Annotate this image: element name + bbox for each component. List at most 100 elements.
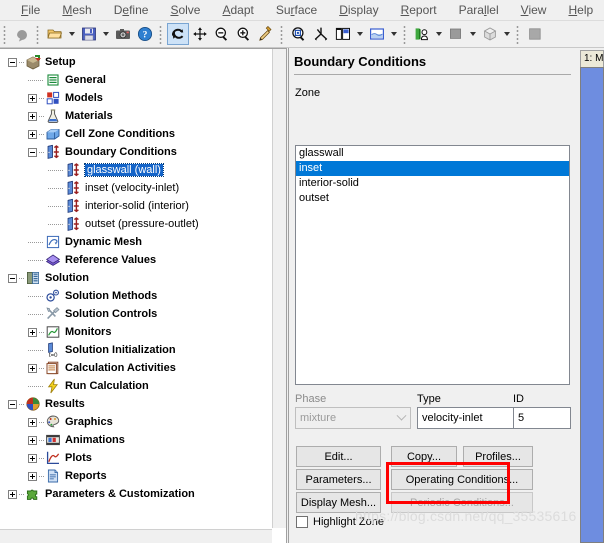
profiles-button[interactable]: Profiles... (463, 446, 533, 467)
zoom-in-icon[interactable] (233, 23, 255, 45)
toolbar-grip[interactable] (2, 24, 9, 44)
copy-button[interactable]: Copy... (391, 446, 457, 467)
tree-node-setup[interactable]: Setup (8, 53, 272, 71)
tree-expand-icon[interactable] (28, 327, 37, 337)
layout-dropdown-arrow-icon[interactable] (354, 23, 366, 45)
graphics-tab-1[interactable]: 1: M (580, 50, 604, 67)
tree-node-calculation-activities[interactable]: Calculation Activities (8, 359, 272, 377)
tree-node-graphics[interactable]: Graphics (8, 413, 272, 431)
help-question-icon[interactable]: ? (134, 23, 156, 45)
open-folder-dropdown-arrow-icon[interactable] (66, 23, 78, 45)
tree-node-boundary-conditions[interactable]: Boundary Conditions (8, 143, 272, 161)
lighting-dropdown-arrow-icon[interactable] (433, 23, 445, 45)
menu-help[interactable]: Help (557, 3, 604, 17)
tree-expand-icon[interactable] (28, 453, 37, 463)
tree-expand-icon[interactable] (28, 93, 37, 103)
tree-horizontal-scrollbar[interactable] (0, 529, 272, 543)
tree-node-reports[interactable]: Reports (8, 467, 272, 485)
tree-expand-icon[interactable] (8, 489, 17, 499)
tree-collapse-icon[interactable] (28, 147, 37, 157)
lighting-person-icon[interactable] (411, 23, 433, 45)
menu-solve[interactable]: Solve (159, 3, 211, 17)
parameters-button[interactable]: Parameters... (296, 469, 381, 490)
layout-columns-icon[interactable] (332, 23, 354, 45)
zone-list-item[interactable]: inset (296, 161, 569, 176)
tree-expand-icon[interactable] (28, 417, 37, 427)
tree-node-cell-zone-conditions[interactable]: Cell Zone Conditions (8, 125, 272, 143)
menu-parallel[interactable]: Parallel (448, 3, 510, 17)
tree-node-plots[interactable]: Plots (8, 449, 272, 467)
tree-node-interior-solid-interior[interactable]: interior-solid (interior) (8, 197, 272, 215)
tree-node-parameters-customization[interactable]: Parameters & Customization (8, 485, 272, 503)
tree-vertical-scrollbar[interactable] (272, 49, 286, 528)
tree-node-monitors[interactable]: Monitors (8, 323, 272, 341)
menu-mesh[interactable]: Mesh (51, 3, 102, 17)
save-dropdown-arrow-icon[interactable] (100, 23, 112, 45)
tree-node-reference-values[interactable]: Reference Values (8, 251, 272, 269)
panel-gray-icon[interactable] (524, 23, 546, 45)
toolbar-grip[interactable] (35, 24, 42, 44)
tree-node-models[interactable]: Models (8, 89, 272, 107)
tree-node-dynamic-mesh[interactable]: Dynamic Mesh (8, 233, 272, 251)
tree-node-inset-velocity-inlet[interactable]: inset (velocity-inlet) (8, 179, 272, 197)
contour-window-icon[interactable] (366, 23, 388, 45)
camera-icon[interactable] (112, 23, 134, 45)
render-dropdown-arrow-icon[interactable] (501, 23, 513, 45)
open-folder-icon[interactable] (44, 23, 66, 45)
toolbar-grip[interactable] (279, 24, 286, 44)
blob-gray-icon[interactable] (11, 23, 33, 45)
tree-collapse-icon[interactable] (8, 273, 17, 283)
operating-conditions-button[interactable]: Operating Conditions... (391, 469, 533, 490)
axis-triad-icon[interactable] (310, 23, 332, 45)
zone-list-item[interactable]: glasswall (296, 146, 569, 161)
tree-node-glasswall-wall[interactable]: glasswall (wall) (8, 161, 272, 179)
zone-list-item[interactable]: interior-solid (296, 176, 569, 191)
tree-expand-icon[interactable] (28, 435, 37, 445)
tree-node-animations[interactable]: Animations (8, 431, 272, 449)
menu-file[interactable]: File (10, 3, 51, 17)
toolbar-grip[interactable] (402, 24, 409, 44)
menu-report[interactable]: Report (390, 3, 448, 17)
models-squares-icon (45, 90, 61, 106)
outline-tree[interactable]: Setup General Models Materials Cell Zone Con… (0, 49, 272, 542)
tree-collapse-icon[interactable] (8, 399, 17, 409)
render-cube-icon[interactable] (479, 23, 501, 45)
toolbar-grip[interactable] (515, 24, 522, 44)
tree-node-run-calculation[interactable]: Run Calculation (8, 377, 272, 395)
zone-list-item[interactable]: outset (296, 191, 569, 206)
tree-expand-icon[interactable] (28, 471, 37, 481)
menu-view[interactable]: View (510, 3, 558, 17)
zone-listbox[interactable]: glasswall inset interior-solid outset (295, 145, 570, 385)
contour-dropdown-arrow-icon[interactable] (388, 23, 400, 45)
tree-node-general[interactable]: General (8, 71, 272, 89)
tree-node-materials[interactable]: Materials (8, 107, 272, 125)
tree-node-solution-methods[interactable]: Solution Methods (8, 287, 272, 305)
save-floppy-icon[interactable] (78, 23, 100, 45)
tree-node-solution[interactable]: Solution (8, 269, 272, 287)
color-swatch-icon[interactable] (445, 23, 467, 45)
menu-define[interactable]: Define (103, 3, 160, 17)
tree-expand-icon[interactable] (28, 363, 37, 373)
fit-view-magnifier-icon[interactable] (288, 23, 310, 45)
tree-node-outset-pressure-outlet[interactable]: outset (pressure-outlet) (8, 215, 272, 233)
id-field[interactable]: 5 (513, 407, 571, 429)
tree-node-solution-initialization[interactable]: t=0 Solution Initialization (8, 341, 272, 359)
tree-collapse-icon[interactable] (8, 57, 17, 67)
tree-expand-icon[interactable] (28, 129, 37, 139)
rotate-refresh-icon[interactable] (167, 23, 189, 45)
tree-expand-icon[interactable] (28, 111, 37, 121)
tree-node-results[interactable]: Results (8, 395, 272, 413)
zoom-out-icon[interactable] (211, 23, 233, 45)
color-dropdown-arrow-icon[interactable] (467, 23, 479, 45)
toolbar-grip[interactable] (158, 24, 165, 44)
edit-button[interactable]: Edit... (296, 446, 381, 467)
menu-adapt[interactable]: Adapt (211, 3, 264, 17)
graphics-canvas[interactable] (580, 67, 604, 543)
tree-node-solution-controls[interactable]: Solution Controls (8, 305, 272, 323)
menu-surface[interactable]: Surface (265, 3, 328, 17)
outline-tree-panel[interactable]: Setup General Models Materials Cell Zone Con… (0, 48, 287, 543)
menu-display[interactable]: Display (328, 3, 389, 17)
probe-pointer-icon[interactable] (255, 23, 277, 45)
checkbox-unchecked-icon[interactable] (296, 516, 308, 528)
pan-move-icon[interactable] (189, 23, 211, 45)
